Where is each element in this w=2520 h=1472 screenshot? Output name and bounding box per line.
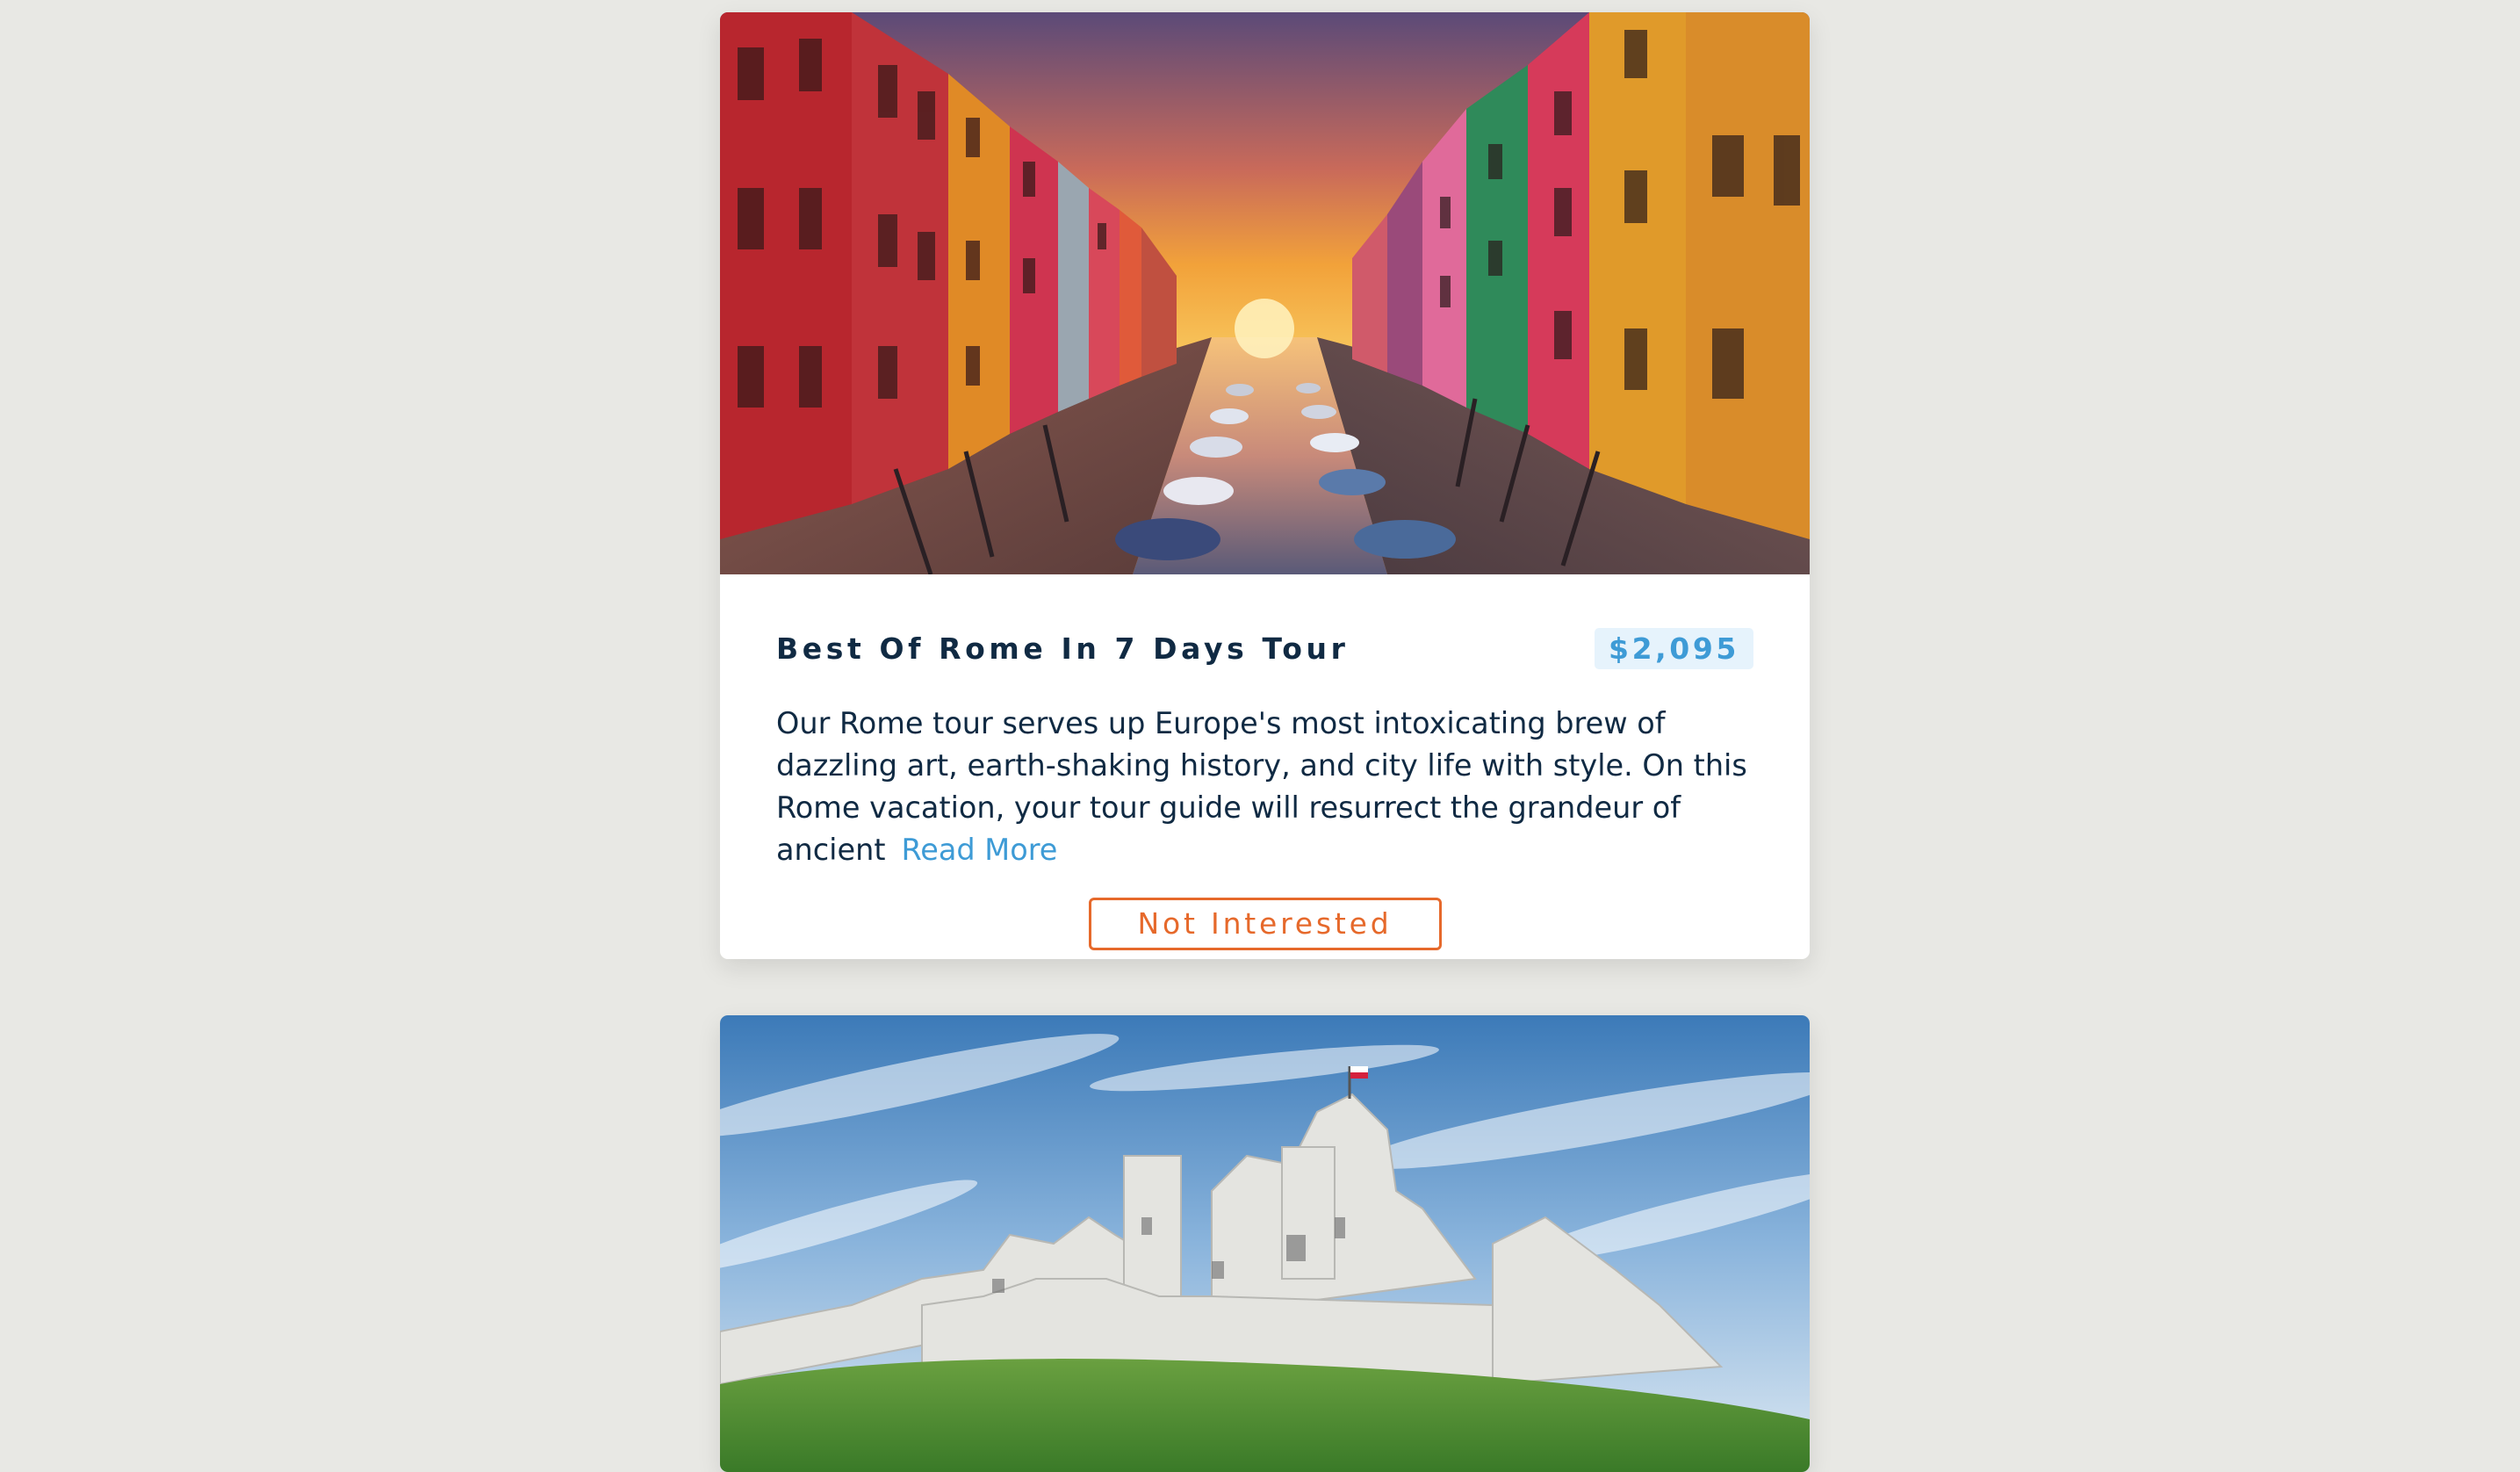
tour-image xyxy=(720,12,1810,574)
not-interested-button[interactable]: Not Interested xyxy=(1088,898,1442,950)
tour-header: Best Of Rome In 7 Days Tour $2,095 xyxy=(776,627,1753,669)
tour-card: Best Of Rome In 7 Days Tour $2,095 Our R… xyxy=(720,12,1810,959)
tour-card-body: Best Of Rome In 7 Days Tour $2,095 Our R… xyxy=(720,574,1810,950)
tour-title: Best Of Rome In 7 Days Tour xyxy=(776,631,1350,666)
tour-actions: Not Interested xyxy=(776,898,1753,950)
tour-description: Our Rome tour serves up Europe's most in… xyxy=(776,703,1753,871)
tour-price-badge: $2,095 xyxy=(1595,627,1753,669)
tour-card xyxy=(720,1015,1810,1472)
read-more-link[interactable]: Read More xyxy=(901,833,1057,867)
tour-image xyxy=(720,1015,1810,1472)
